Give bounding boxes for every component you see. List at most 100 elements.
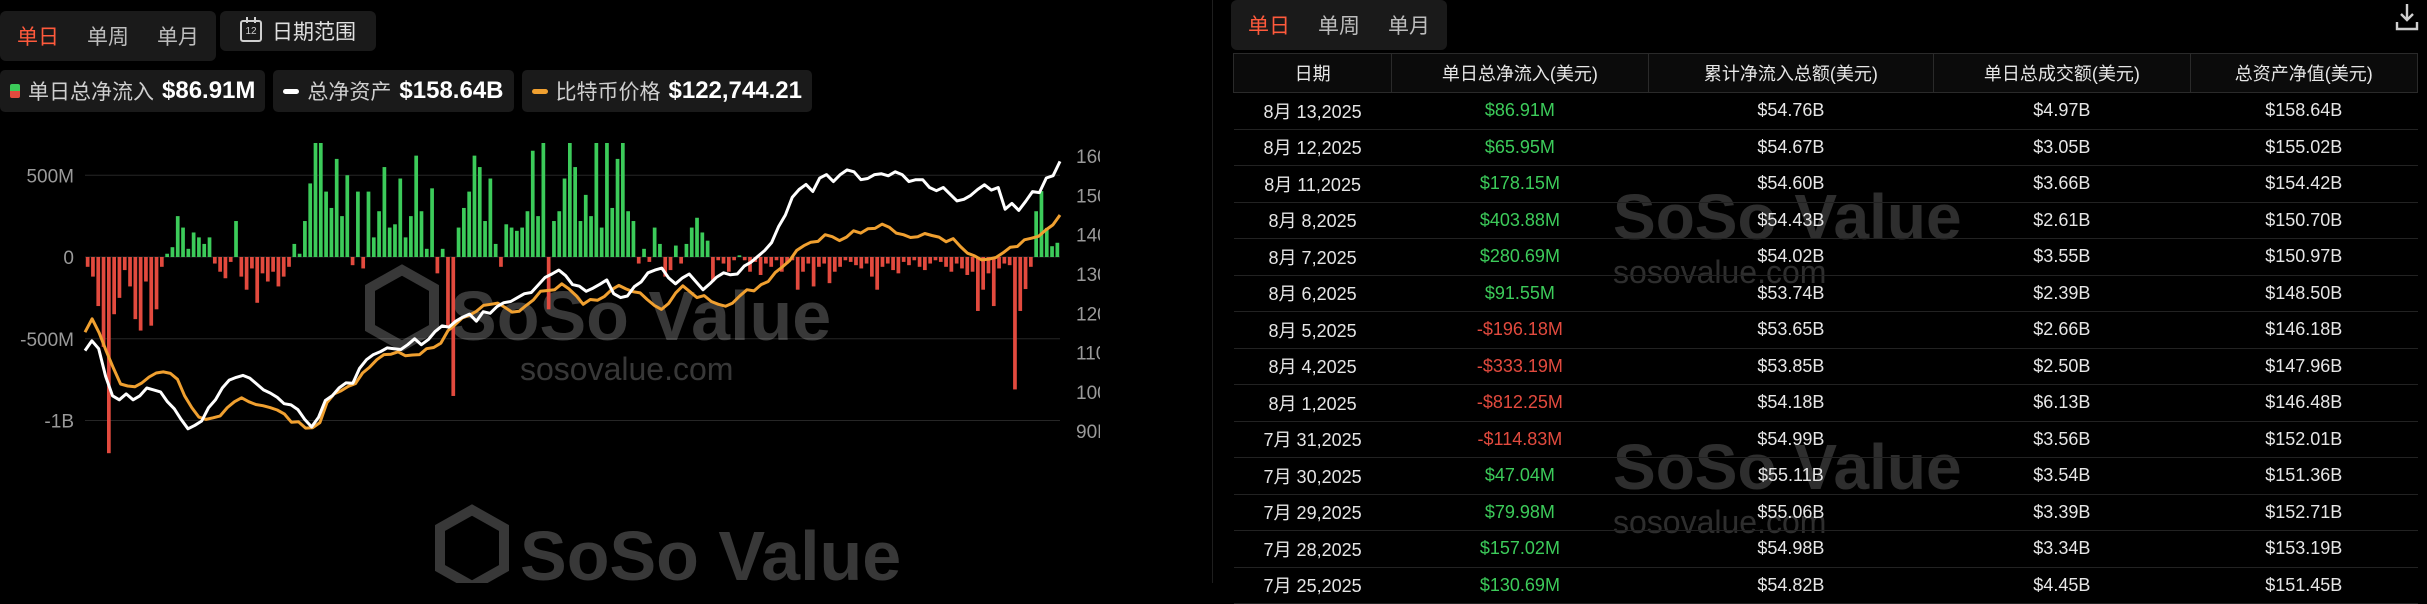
- table-row[interactable]: 8月 7,2025 $280.69M $54.02B $3.55B $150.97B: [1233, 238, 2418, 276]
- inflow-bar: [1034, 211, 1039, 257]
- table-row[interactable]: 7月 29,2025 $79.98M $55.06B $3.39B $152.71B: [1233, 494, 2418, 531]
- right-axis-tick: 100B: [1076, 383, 1100, 404]
- table-cell-volume: $3.34B: [1933, 530, 2191, 568]
- right-axis: 160B 150B 140B 130B 120B 110B 100B 90B: [1076, 147, 1100, 443]
- flow-chart[interactable]: SoSo Valuesosovalue.comSoSo Valuesosoval…: [0, 143, 1100, 583]
- legend-btc-price[interactable]: 比特币价格 $122,744.21: [521, 70, 812, 112]
- table-cell-inflow: $178.15M: [1391, 165, 1649, 203]
- inflow-bar: [228, 257, 233, 262]
- table-cell-inflow: $47.04M: [1391, 457, 1649, 495]
- inflow-bar: [822, 257, 827, 264]
- inflow-bar: [271, 257, 275, 272]
- inflow-bar: [960, 257, 964, 269]
- table-row[interactable]: 8月 12,2025 $65.95M $54.67B $3.05B $155.02B: [1233, 129, 2418, 166]
- legend-net-assets[interactable]: 总净资产 $158.64B: [273, 70, 514, 112]
- inflow-bar: [250, 257, 254, 269]
- table-cell-date: 7月 28,2025: [1233, 530, 1392, 568]
- table-cell-nav: $151.45B: [2190, 567, 2418, 604]
- inflow-bar: [1055, 242, 1060, 257]
- legend-inflow[interactable]: 单日总净流入 $86.91M: [0, 70, 266, 112]
- table-cell-cumulative: $55.06B: [1648, 494, 1934, 531]
- legend-btc-price-value: $122,744.21: [668, 77, 802, 104]
- col-nav[interactable]: 总资产净值(美元): [2189, 53, 2419, 93]
- period-tabs-right: 单日 单周 单月: [1231, 0, 1447, 50]
- inflow-bar: [806, 257, 811, 264]
- watermark-brand: SoSo Value: [520, 517, 901, 583]
- table-row[interactable]: 7月 25,2025 $130.69M $54.82B $4.45B $151.45B: [1233, 567, 2418, 604]
- tab-monthly[interactable]: 单月: [143, 14, 213, 58]
- inflow-bar: [138, 257, 143, 331]
- table-cell-date: 8月 11,2025: [1233, 165, 1392, 203]
- col-inflow[interactable]: 单日总净流入(美元): [1391, 53, 1649, 93]
- inflow-bar: [912, 257, 917, 261]
- table-row[interactable]: 8月 6,2025 $91.55M $53.74B $2.39B $148.50B: [1233, 275, 2418, 312]
- tab-weekly[interactable]: 单周: [73, 14, 143, 58]
- inflow-bar: [504, 224, 509, 257]
- inflow-bar: [303, 221, 307, 257]
- inflow-bar: [880, 257, 885, 267]
- table-panel: 单日 单周 单月 SoSo Value sosovalue.com SoSo V…: [1212, 0, 2427, 604]
- table-cell-volume: $6.13B: [1933, 384, 2191, 422]
- watermark-brand: SoSo Value: [450, 277, 831, 355]
- inflow-bar: [843, 257, 848, 261]
- table-cell-inflow: $130.69M: [1391, 567, 1649, 604]
- table-row[interactable]: 8月 8,2025 $403.88M $54.43B $2.61B $150.70B: [1233, 202, 2418, 239]
- inflow-bar: [244, 257, 249, 290]
- inflow-bar: [197, 237, 201, 257]
- tab-daily[interactable]: 单日: [3, 14, 73, 58]
- inflow-bar: [440, 248, 445, 257]
- table-row[interactable]: 8月 4,2025 -$333.19M $53.85B $2.50B $147.96B: [1233, 348, 2418, 385]
- inflow-bar: [101, 257, 106, 347]
- table-cell-date: 8月 8,2025: [1233, 202, 1392, 239]
- col-cumulative[interactable]: 累计净流入总额(美元): [1647, 53, 1935, 93]
- btc-price-swatch: [531, 88, 548, 94]
- table-cell-cumulative: $55.11B: [1648, 457, 1934, 495]
- download-icon[interactable]: [2394, 2, 2420, 32]
- inflow-bar: [340, 216, 344, 257]
- table-cell-nav: $147.96B: [2190, 348, 2418, 385]
- table-row[interactable]: 8月 11,2025 $178.15M $54.60B $3.66B $154.42B: [1233, 165, 2418, 203]
- tab-weekly-right[interactable]: 单周: [1304, 3, 1374, 47]
- table-cell-date: 7月 29,2025: [1233, 494, 1392, 531]
- inflow-bar: [610, 207, 615, 257]
- table-cell-cumulative: $54.82B: [1648, 567, 1934, 604]
- inflow-bar: [1013, 257, 1017, 390]
- table-cell-volume: $3.56B: [1933, 421, 2191, 458]
- inflow-bar: [949, 257, 954, 272]
- left-axis-tick: 500M: [26, 166, 74, 187]
- tab-daily-right[interactable]: 单日: [1234, 3, 1304, 47]
- table-cell-nav: $146.48B: [2190, 384, 2418, 422]
- inflow-bar: [1029, 257, 1033, 267]
- table-cell-cumulative: $54.67B: [1648, 129, 1934, 166]
- inflow-bar: [583, 194, 588, 257]
- inflow-bar: [896, 257, 901, 274]
- table-cell-nav: $148.50B: [2190, 275, 2418, 312]
- inflow-bar: [864, 257, 869, 264]
- inflow-bar: [907, 257, 911, 266]
- inflow-bar: [255, 257, 260, 303]
- inflow-bar: [371, 237, 376, 257]
- table-cell-volume: $2.50B: [1933, 348, 2191, 385]
- inflow-bar: [552, 221, 556, 257]
- table-row[interactable]: 7月 28,2025 $157.02M $54.98B $3.34B $153.19B: [1233, 530, 2418, 568]
- table-cell-volume: $2.66B: [1933, 311, 2191, 349]
- flow-table: 日期 单日总净流入(美元) 累计净流入总额(美元) 单日总成交额(美元) 总资产…: [1232, 53, 2419, 604]
- col-date[interactable]: 日期: [1232, 53, 1393, 93]
- table-cell-inflow: $280.69M: [1391, 238, 1649, 276]
- period-tabs-left: 单日 单周 单月: [0, 11, 216, 61]
- inflow-bar: [997, 257, 1001, 269]
- col-volume[interactable]: 单日总成交额(美元): [1933, 53, 2191, 93]
- inflow-bar: [991, 257, 996, 307]
- table-row[interactable]: 8月 1,2025 -$812.25M $54.18B $6.13B $146.48B: [1233, 384, 2418, 422]
- inflow-bar: [297, 253, 302, 257]
- date-range-button[interactable]: 12 日期范围: [220, 11, 376, 51]
- inflow-bar: [117, 257, 122, 298]
- inflow-bar: [493, 243, 498, 257]
- inflow-bar: [737, 255, 742, 257]
- table-row[interactable]: 8月 5,2025 -$196.18M $53.65B $2.66B $146.18B: [1233, 311, 2418, 349]
- table-body: 8月 13,2025 $86.91M $54.76B $4.97B $158.64B 8月…: [1233, 92, 2418, 604]
- table-row[interactable]: 7月 30,2025 $47.04M $55.11B $3.54B $151.36B: [1233, 457, 2418, 495]
- tab-monthly-right[interactable]: 单月: [1374, 3, 1444, 47]
- table-row[interactable]: 8月 13,2025 $86.91M $54.76B $4.97B $158.64B: [1233, 92, 2418, 130]
- table-row[interactable]: 7月 31,2025 -$114.83M $54.99B $3.56B $152.01B: [1233, 421, 2418, 458]
